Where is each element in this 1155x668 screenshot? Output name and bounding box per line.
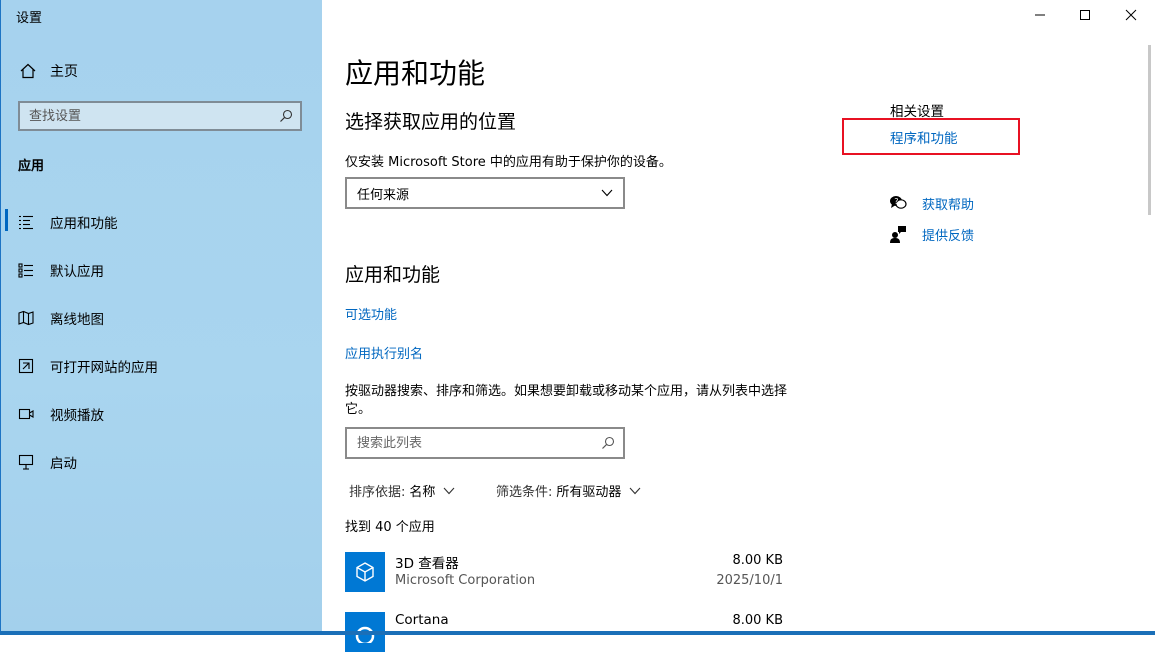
programs-and-features-link[interactable]: 程序和功能: [890, 127, 958, 147]
chevron-down-icon: [443, 487, 455, 494]
app-date: 2025/10/1: [716, 573, 783, 588]
minimize-icon: [1035, 14, 1045, 16]
home-button[interactable]: 主页: [19, 60, 78, 82]
close-icon: [1125, 9, 1137, 21]
close-button[interactable]: [1108, 0, 1154, 30]
sidebar-item-apps-for-websites[interactable]: 可打开网站的应用: [1, 351, 321, 381]
home-icon: [20, 63, 36, 79]
app-name: 3D 查看器: [395, 556, 459, 572]
sidebar-item-startup[interactable]: 启动: [1, 447, 321, 477]
app-list-item[interactable]: 3D 查看器 Microsoft Corporation 8.00 KB 202…: [345, 552, 785, 608]
app-execution-alias-link[interactable]: 应用执行别名: [345, 343, 423, 362]
maximize-button[interactable]: [1062, 0, 1108, 30]
feedback-icon: [890, 226, 906, 243]
svg-text:?: ?: [894, 197, 898, 206]
startup-icon: [18, 454, 34, 470]
settings-search-box[interactable]: [18, 101, 302, 131]
related-settings-heading: 相关设置: [890, 104, 944, 120]
3d-viewer-app-icon: [345, 552, 385, 592]
app-publisher: Microsoft Corporation: [395, 573, 536, 588]
app-source-dropdown[interactable]: 任何来源: [345, 177, 625, 209]
scrollbar[interactable]: [1148, 45, 1151, 215]
sidebar-item-label: 应用和功能: [50, 216, 118, 232]
maximize-icon: [1080, 10, 1090, 20]
chevron-down-icon: [601, 189, 613, 197]
search-icon[interactable]: [601, 436, 615, 450]
sort-label: 排序依据:: [349, 485, 406, 500]
app-list-search-box[interactable]: [345, 427, 625, 459]
app-source-value: 任何来源: [357, 187, 410, 203]
sidebar-item-label: 视频播放: [50, 408, 104, 424]
filter-dropdown[interactable]: 筛选条件: 所有驱动器: [496, 481, 641, 500]
app-list-search-input[interactable]: [347, 434, 601, 452]
app-size: 8.00 KB: [732, 613, 783, 628]
apps-for-websites-icon: [18, 358, 34, 374]
help-chat-icon: ?: [890, 196, 907, 209]
app-name: Cortana: [395, 612, 449, 628]
default-apps-icon: [18, 263, 33, 278]
get-help-link[interactable]: ? 获取帮助: [889, 193, 974, 213]
search-icon[interactable]: [279, 109, 293, 123]
page-title: 应用和功能: [345, 57, 486, 90]
app-size: 8.00 KB: [732, 553, 783, 568]
install-description: 仅安装 Microsoft Store 中的应用有助于保护你的设备。: [345, 155, 672, 170]
sidebar-item-default-apps[interactable]: 默认应用: [1, 255, 321, 285]
home-label: 主页: [50, 64, 78, 80]
sort-value: 名称: [409, 485, 436, 500]
sidebar-item-apps-features[interactable]: 应用和功能: [1, 207, 321, 237]
give-feedback-label[interactable]: 提供反馈: [922, 225, 974, 244]
app-list-item[interactable]: Cortana 8.00 KB: [345, 612, 785, 668]
app-count: 找到 40 个应用: [345, 520, 435, 535]
sidebar-item-offline-maps[interactable]: 离线地图: [1, 303, 321, 333]
offline-maps-icon: [18, 310, 34, 326]
filter-value: 所有驱动器: [556, 485, 622, 500]
window-title: 设置: [16, 11, 43, 26]
sidebar: 设置 主页 应用 应用和功能: [0, 0, 322, 635]
settings-search-input[interactable]: [20, 107, 279, 125]
sidebar-item-label: 离线地图: [50, 312, 104, 328]
sidebar-item-label: 默认应用: [50, 264, 104, 280]
sidebar-item-video-playback[interactable]: 视频播放: [1, 399, 321, 429]
chevron-down-icon: [629, 487, 641, 494]
minimize-button[interactable]: [1017, 0, 1063, 30]
search-description: 按驱动器搜索、排序和筛选。如果想要卸载或移动某个应用，请从列表中选择它。: [345, 384, 788, 417]
section-label-apps: 应用: [18, 159, 45, 174]
window-bottom-edge: [0, 631, 1155, 635]
sidebar-item-label: 启动: [50, 456, 77, 472]
sidebar-item-label: 可打开网站的应用: [50, 360, 158, 376]
filter-label: 筛选条件:: [496, 485, 553, 500]
optional-features-link[interactable]: 可选功能: [345, 304, 397, 323]
apps-features-icon: [19, 215, 33, 230]
sort-dropdown[interactable]: 排序依据: 名称: [349, 481, 455, 500]
get-help-label[interactable]: 获取帮助: [922, 194, 974, 213]
install-section-heading: 选择获取应用的位置: [345, 111, 517, 133]
give-feedback-link[interactable]: 提供反馈: [889, 224, 974, 244]
video-playback-icon: [18, 408, 34, 420]
apps-section-heading: 应用和功能: [345, 264, 441, 286]
